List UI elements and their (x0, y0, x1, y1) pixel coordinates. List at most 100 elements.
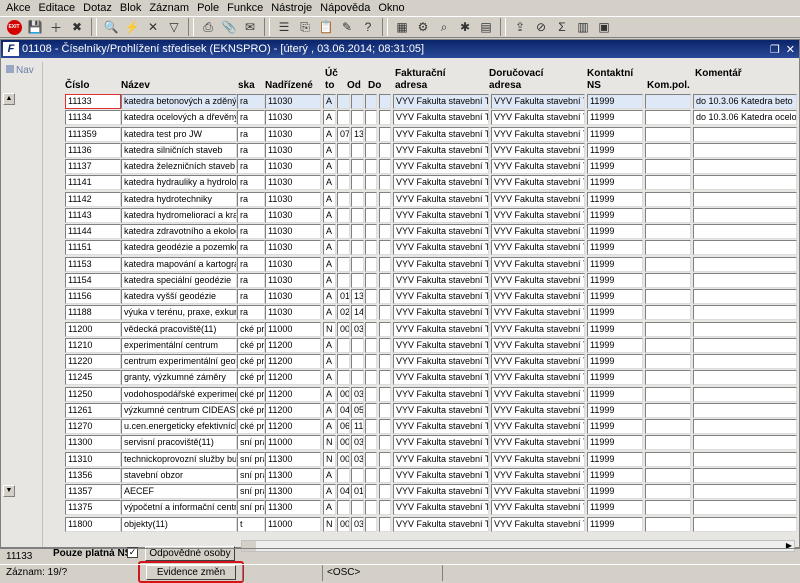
cell-kont[interactable]: 11999 (587, 207, 643, 223)
cell-fakt[interactable]: VYV Fakulta stavební Th (393, 110, 489, 126)
cell-do[interactable] (351, 500, 364, 516)
cell-kom[interactable] (645, 370, 691, 386)
cell-ucto[interactable]: A (323, 126, 336, 142)
cell-kont[interactable]: 11999 (587, 175, 643, 191)
cell-x2[interactable] (379, 224, 391, 239)
cell-ucto[interactable]: A (323, 142, 336, 158)
table-row[interactable]: 11356 stavební obzor sní pra 11300 A VYV Faku… (45, 467, 799, 484)
cell-fakt[interactable]: VYV Fakulta stavební Th (393, 305, 489, 321)
cell-nadr[interactable]: 11030 (265, 191, 321, 207)
cell-nadr[interactable]: 11030 (265, 224, 321, 239)
cell-kom[interactable] (645, 305, 691, 321)
print-icon[interactable]: ⎙ (198, 18, 218, 36)
cell-kont[interactable]: 11999 (587, 191, 643, 207)
list-icon[interactable]: ☰ (274, 18, 294, 36)
cell-komentar[interactable] (693, 159, 797, 174)
cell-fakt[interactable]: VYV Fakulta stavební Th (393, 256, 489, 272)
cell-doruc[interactable]: VYV Fakulta stavební Th (491, 240, 585, 256)
cell-nadr[interactable]: 11300 (265, 451, 321, 467)
cell-x2[interactable] (379, 370, 391, 386)
cell-x2[interactable] (379, 240, 391, 256)
cell-ucto[interactable]: A (323, 175, 336, 191)
menu-item[interactable]: Dotaz (79, 0, 116, 16)
cell-komentar[interactable] (693, 289, 797, 304)
cell-cislo[interactable]: 11270 (65, 419, 121, 434)
cell-x1[interactable] (365, 467, 377, 483)
cell-doruc[interactable]: VYV Fakulta stavební Th (491, 500, 585, 516)
cell-cislo[interactable]: 11250 (65, 386, 121, 402)
cell-kom[interactable] (645, 256, 691, 272)
cell-kont[interactable]: 11999 (587, 240, 643, 256)
table-row[interactable]: 11136 katedra silničních staveb ra 11030 A VY… (45, 142, 799, 159)
cell-fakt[interactable]: VYV Fakulta stavební Th (393, 500, 489, 516)
cell-do[interactable] (351, 224, 364, 239)
cell-x2[interactable] (379, 451, 391, 467)
cell-x2[interactable] (379, 386, 391, 402)
cell-nazev[interactable]: katedra železničních staveb (121, 159, 237, 174)
cell-kont[interactable]: 11999 (587, 159, 643, 174)
new-record-icon[interactable]: ＋ (46, 18, 66, 36)
table-row[interactable]: 11142 katedra hydrotechniky ra 11030 A VYV Fa… (45, 191, 799, 208)
cell-kom[interactable] (645, 240, 691, 256)
cell-x1[interactable] (365, 305, 377, 321)
cell-x2[interactable] (379, 354, 391, 369)
cell-do[interactable]: 01 (351, 484, 364, 499)
cell-ska[interactable]: ra (237, 126, 265, 142)
enter-query-icon[interactable]: 🔍 (101, 18, 121, 36)
cell-ucto[interactable]: A (323, 419, 336, 434)
cell-ucto[interactable]: A (323, 110, 336, 126)
cell-ska[interactable]: ra (237, 224, 265, 239)
cell-ucto[interactable]: A (323, 272, 336, 288)
cell-cislo[interactable]: 11144 (65, 224, 121, 239)
cell-doruc[interactable]: VYV Fakulta stavební Th (491, 419, 585, 434)
cell-nazev[interactable]: katedra ocelových a dřevěný (121, 110, 237, 126)
table-row[interactable]: 11357 AECEF sní pra 11300 A 04 01 VYV Fakulta s… (45, 484, 799, 500)
cell-komentar[interactable] (693, 451, 797, 467)
cell-do[interactable] (351, 191, 364, 207)
cell-komentar[interactable] (693, 370, 797, 386)
cell-doruc[interactable]: VYV Fakulta stavební Th (491, 386, 585, 402)
cell-kom[interactable] (645, 159, 691, 174)
menu-item[interactable]: Pole (193, 0, 223, 16)
cell-kom[interactable] (645, 516, 691, 532)
cell-kont[interactable]: 11999 (587, 142, 643, 158)
cell-do[interactable]: 14 (351, 305, 364, 321)
table-row[interactable]: 11310 technickoprovozní služby bud sní pra… (45, 451, 799, 468)
cell-nazev[interactable]: objekty(11) (121, 516, 237, 532)
cell-do[interactable] (351, 159, 364, 174)
cell-kom[interactable] (645, 110, 691, 126)
cell-x1[interactable] (365, 272, 377, 288)
cell-komentar[interactable] (693, 516, 797, 532)
cell-doruc[interactable]: VYV Fakulta stavební Th (491, 110, 585, 126)
cell-ska[interactable]: ra (237, 289, 265, 304)
cell-kont[interactable]: 11999 (587, 435, 643, 451)
cell-nadr[interactable]: 11030 (265, 272, 321, 288)
cell-fakt[interactable]: VYV Fakulta stavební Th (393, 419, 489, 434)
cell-od[interactable]: 07 (337, 126, 350, 142)
cell-kom[interactable] (645, 484, 691, 499)
cell-kont[interactable]: 11999 (587, 500, 643, 516)
cell-kont[interactable]: 11999 (587, 289, 643, 304)
cell-ucto[interactable]: A (323, 191, 336, 207)
cell-nazev[interactable]: servisní pracoviště(11) (121, 435, 237, 451)
cell-kom[interactable] (645, 94, 691, 109)
cell-kom[interactable] (645, 386, 691, 402)
cell-do[interactable] (351, 240, 364, 256)
table-row[interactable]: 11250vodohospodářské experimencké pra112… (45, 386, 799, 403)
execute-query-icon[interactable]: ⚡ (122, 18, 142, 36)
table-row[interactable]: 11153 katedra mapování a kartograf ra 11030… (45, 256, 799, 273)
sum-icon[interactable]: Σ (552, 18, 572, 36)
table-row[interactable]: 11375 výpočetní a informační centru sní pr… (45, 500, 799, 516)
cell-do[interactable]: 03 (351, 386, 364, 402)
cell-fakt[interactable]: VYV Fakulta stavební Th (393, 94, 489, 109)
cell-fakt[interactable]: VYV Fakulta stavební Th (393, 516, 489, 532)
cell-nazev[interactable]: katedra hydrauliky a hydrolog (121, 175, 237, 191)
cell-ucto[interactable]: N (323, 435, 336, 451)
cell-x2[interactable] (379, 419, 391, 434)
cell-kom[interactable] (645, 500, 691, 516)
cell-komentar[interactable] (693, 256, 797, 272)
cell-kont[interactable]: 11999 (587, 451, 643, 467)
cell-doruc[interactable]: VYV Fakulta stavební Th (491, 516, 585, 532)
cell-kom[interactable] (645, 435, 691, 451)
cell-doruc[interactable]: VYV Fakulta stavební Th (491, 159, 585, 174)
